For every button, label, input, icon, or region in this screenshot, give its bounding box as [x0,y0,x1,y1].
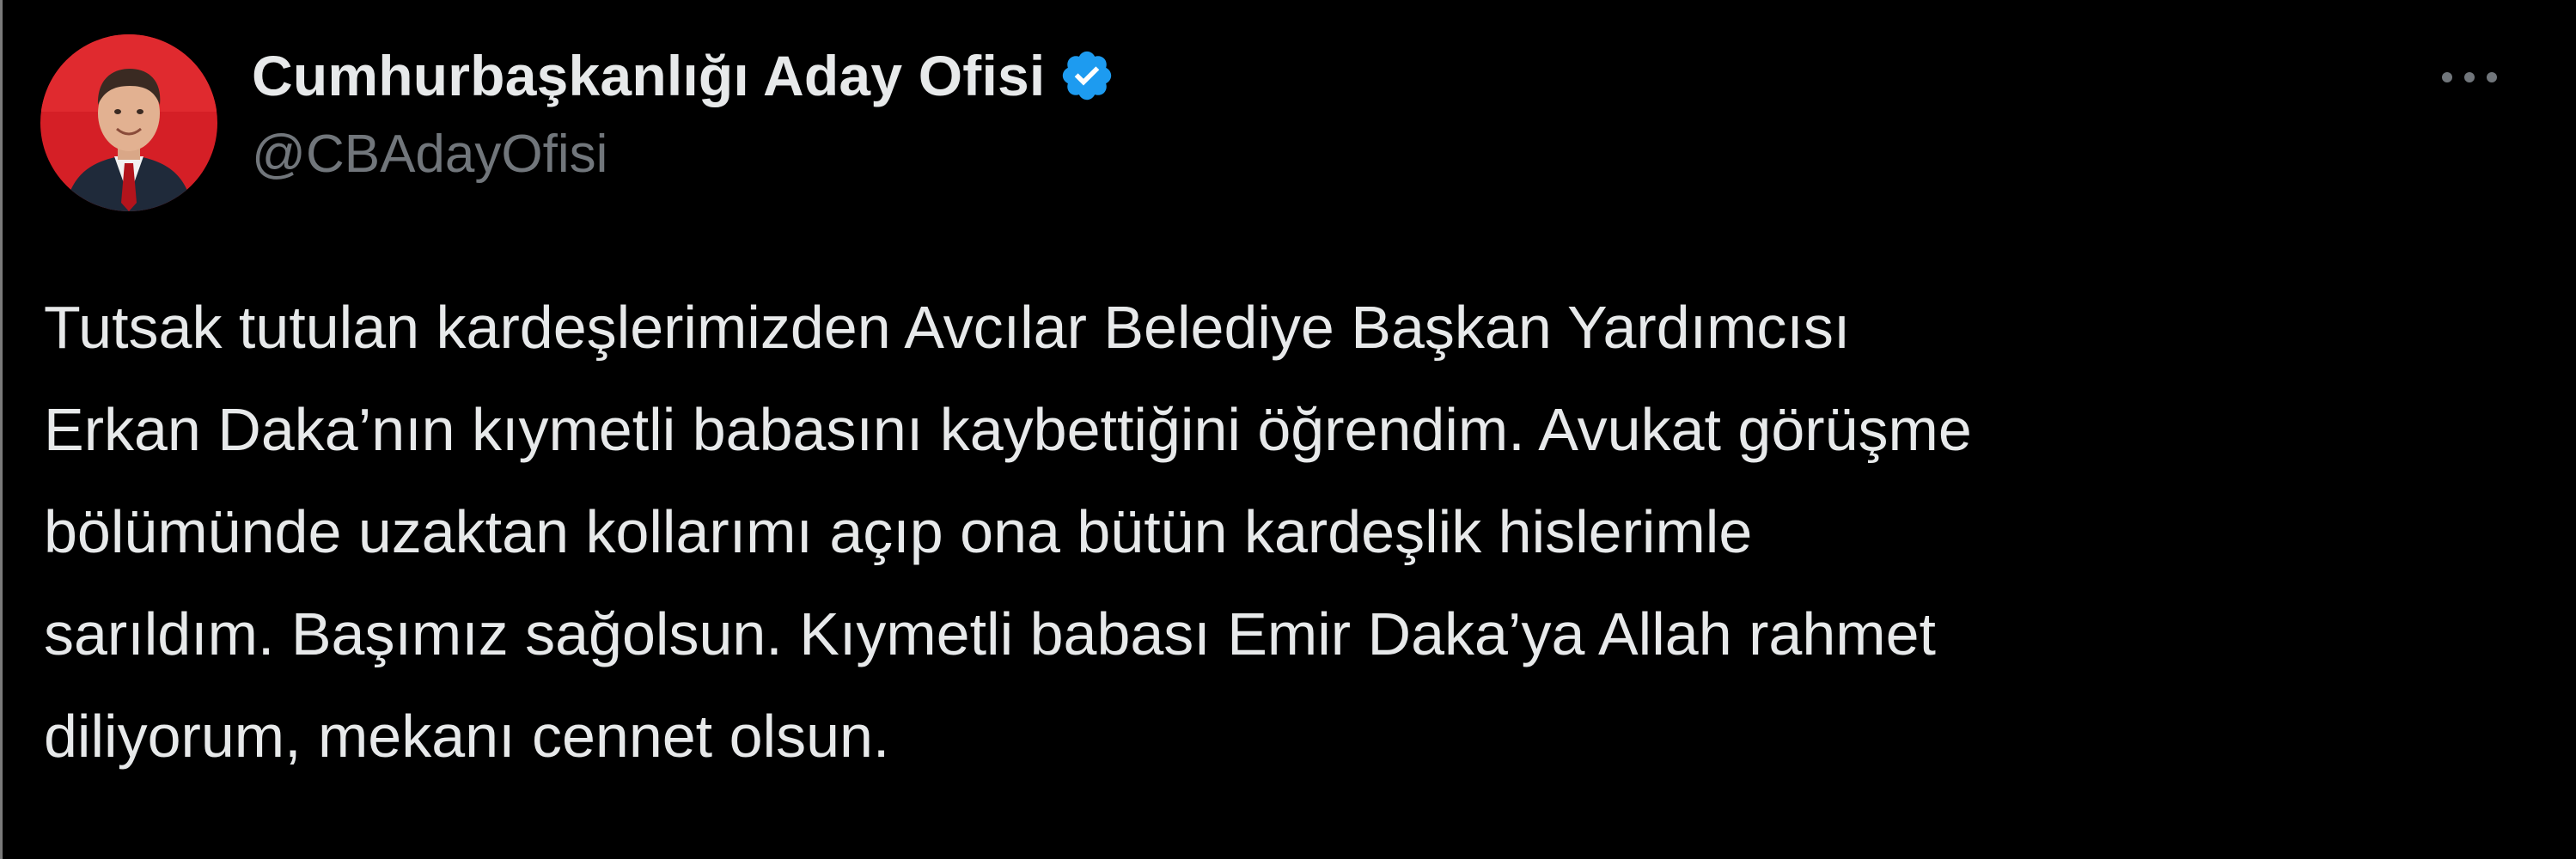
tweet-card[interactable]: Cumhurbaşkanlığı Aday Ofisi @CBAdayOfisi… [3,0,2576,859]
more-options-icon [2442,72,2497,82]
avatar-image [40,34,217,211]
profile-avatar[interactable] [40,34,217,211]
screenshot-frame: Cumhurbaşkanlığı Aday Ofisi @CBAdayOfisi… [0,0,2576,859]
verified-badge-icon [1059,47,1115,104]
author-name-row: Cumhurbaşkanlığı Aday Ofisi [252,40,1115,112]
author-handle[interactable]: @CBAdayOfisi [252,124,1115,185]
author-display-name[interactable]: Cumhurbaşkanlığı Aday Ofisi [252,43,1045,108]
more-options-button[interactable] [2437,52,2502,103]
tweet-text: Tutsak tutulan kardeşlerimizden Avcılar … [44,294,1972,770]
tweet-header: Cumhurbaşkanlığı Aday Ofisi @CBAdayOfisi [252,40,1115,185]
